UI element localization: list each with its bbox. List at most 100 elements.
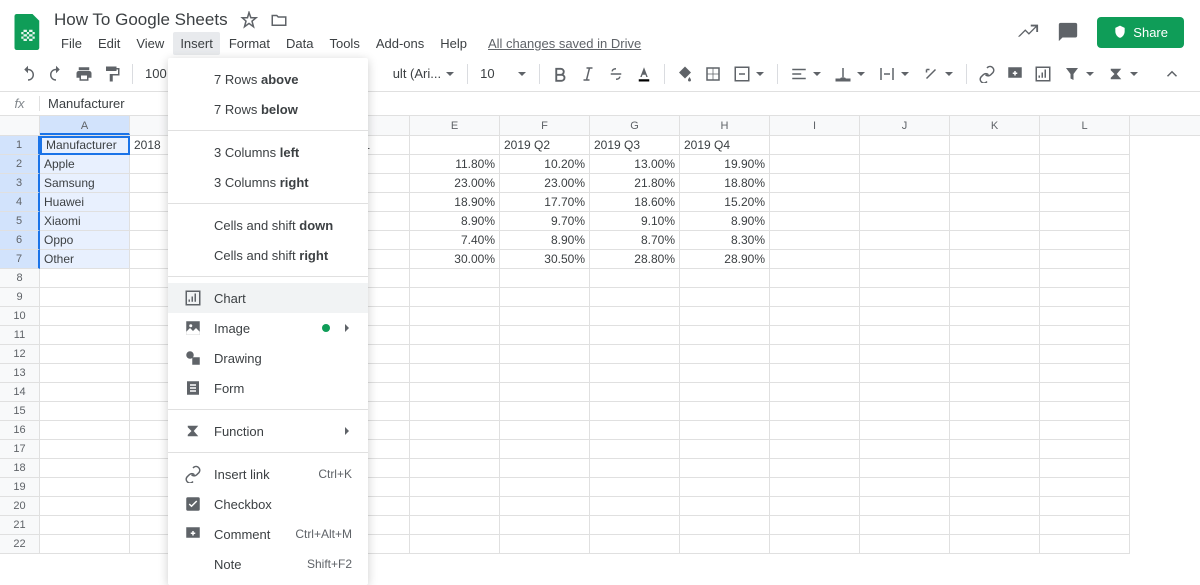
cell[interactable] bbox=[500, 402, 590, 421]
wrap-button[interactable] bbox=[874, 65, 914, 83]
cell[interactable] bbox=[1040, 383, 1130, 402]
cell[interactable] bbox=[1040, 440, 1130, 459]
cell[interactable] bbox=[590, 345, 680, 364]
borders-button[interactable] bbox=[701, 62, 725, 86]
row-number[interactable]: 4 bbox=[0, 193, 40, 212]
cell[interactable] bbox=[500, 459, 590, 478]
cell[interactable]: 28.80% bbox=[590, 250, 680, 269]
cell[interactable] bbox=[680, 364, 770, 383]
cell[interactable] bbox=[40, 326, 130, 345]
cell[interactable] bbox=[40, 459, 130, 478]
cell[interactable] bbox=[860, 326, 950, 345]
row-number[interactable]: 2 bbox=[0, 155, 40, 174]
cell[interactable] bbox=[40, 440, 130, 459]
cell[interactable] bbox=[950, 250, 1040, 269]
insert-cells-right[interactable]: Cells and shift right bbox=[168, 240, 368, 270]
cell[interactable] bbox=[40, 516, 130, 535]
cell[interactable]: 28.90% bbox=[680, 250, 770, 269]
font-dropdown[interactable]: ult (Ari... bbox=[389, 66, 459, 81]
cell[interactable] bbox=[950, 440, 1040, 459]
cell[interactable] bbox=[500, 535, 590, 554]
cell[interactable] bbox=[860, 136, 950, 155]
insert-cells-down[interactable]: Cells and shift down bbox=[168, 210, 368, 240]
insert-note[interactable]: NoteShift+F2 bbox=[168, 549, 368, 579]
cell[interactable] bbox=[950, 535, 1040, 554]
cell[interactable] bbox=[860, 478, 950, 497]
cell[interactable] bbox=[860, 345, 950, 364]
cell[interactable] bbox=[500, 478, 590, 497]
select-all-corner[interactable] bbox=[0, 116, 40, 135]
row-number[interactable]: 9 bbox=[0, 288, 40, 307]
col-header-L[interactable]: L bbox=[1040, 116, 1130, 135]
row-number[interactable]: 22 bbox=[0, 535, 40, 554]
cell[interactable] bbox=[860, 307, 950, 326]
row-number[interactable]: 12 bbox=[0, 345, 40, 364]
cell[interactable] bbox=[590, 421, 680, 440]
insert-function[interactable]: Function bbox=[168, 416, 368, 446]
cell[interactable] bbox=[410, 136, 500, 155]
filter-button[interactable] bbox=[1059, 65, 1099, 83]
cell[interactable] bbox=[860, 269, 950, 288]
cell[interactable] bbox=[410, 478, 500, 497]
cell[interactable] bbox=[590, 459, 680, 478]
cell[interactable] bbox=[860, 155, 950, 174]
cell[interactable] bbox=[950, 326, 1040, 345]
cell[interactable] bbox=[590, 402, 680, 421]
cell[interactable] bbox=[770, 478, 860, 497]
move-folder-icon[interactable] bbox=[270, 11, 288, 29]
cell[interactable] bbox=[860, 250, 950, 269]
cell[interactable] bbox=[40, 383, 130, 402]
cell[interactable] bbox=[500, 345, 590, 364]
cell[interactable]: 9.10% bbox=[590, 212, 680, 231]
cell[interactable] bbox=[950, 421, 1040, 440]
cell[interactable] bbox=[40, 345, 130, 364]
cell[interactable] bbox=[1040, 250, 1130, 269]
paint-format-button[interactable] bbox=[100, 62, 124, 86]
cell[interactable] bbox=[410, 497, 500, 516]
insert-comment[interactable]: CommentCtrl+Alt+M bbox=[168, 519, 368, 549]
menu-edit[interactable]: Edit bbox=[91, 32, 127, 55]
insert-chart-button[interactable] bbox=[1031, 62, 1055, 86]
row-number[interactable]: 8 bbox=[0, 269, 40, 288]
cell[interactable] bbox=[1040, 288, 1130, 307]
cell[interactable] bbox=[1040, 136, 1130, 155]
sheets-logo[interactable] bbox=[12, 12, 44, 52]
cell[interactable] bbox=[590, 288, 680, 307]
fontsize-dropdown[interactable]: 10 bbox=[476, 66, 530, 81]
cell[interactable] bbox=[770, 364, 860, 383]
menu-view[interactable]: View bbox=[129, 32, 171, 55]
row-number[interactable]: 3 bbox=[0, 174, 40, 193]
cell[interactable] bbox=[410, 345, 500, 364]
cell[interactable] bbox=[680, 326, 770, 345]
cell[interactable] bbox=[410, 364, 500, 383]
cell[interactable] bbox=[860, 193, 950, 212]
rotate-button[interactable] bbox=[918, 65, 958, 83]
doc-title[interactable]: How To Google Sheets bbox=[54, 10, 228, 30]
cell[interactable] bbox=[500, 497, 590, 516]
italic-button[interactable] bbox=[576, 62, 600, 86]
link-button[interactable] bbox=[975, 62, 999, 86]
col-header-E[interactable]: E bbox=[410, 116, 500, 135]
row-number[interactable]: 1 bbox=[0, 136, 40, 155]
insert-image[interactable]: Image bbox=[168, 313, 368, 343]
cell[interactable]: Samsung bbox=[40, 174, 130, 193]
cell[interactable] bbox=[680, 383, 770, 402]
cell[interactable] bbox=[40, 288, 130, 307]
cell[interactable]: 11.80% bbox=[410, 155, 500, 174]
cell[interactable] bbox=[1040, 269, 1130, 288]
cell[interactable] bbox=[410, 326, 500, 345]
strikethrough-button[interactable] bbox=[604, 62, 628, 86]
cell[interactable] bbox=[500, 288, 590, 307]
cell[interactable]: 30.50% bbox=[500, 250, 590, 269]
cell[interactable] bbox=[40, 497, 130, 516]
cell[interactable] bbox=[950, 497, 1040, 516]
cell[interactable] bbox=[770, 402, 860, 421]
cell[interactable]: Huawei bbox=[40, 193, 130, 212]
cell[interactable] bbox=[770, 421, 860, 440]
insert-cols-left[interactable]: 3 Columns left bbox=[168, 137, 368, 167]
insert-rows-below[interactable]: 7 Rows below bbox=[168, 94, 368, 124]
cell[interactable] bbox=[680, 345, 770, 364]
cell[interactable] bbox=[860, 402, 950, 421]
menu-addons[interactable]: Add-ons bbox=[369, 32, 431, 55]
cell[interactable] bbox=[1040, 212, 1130, 231]
